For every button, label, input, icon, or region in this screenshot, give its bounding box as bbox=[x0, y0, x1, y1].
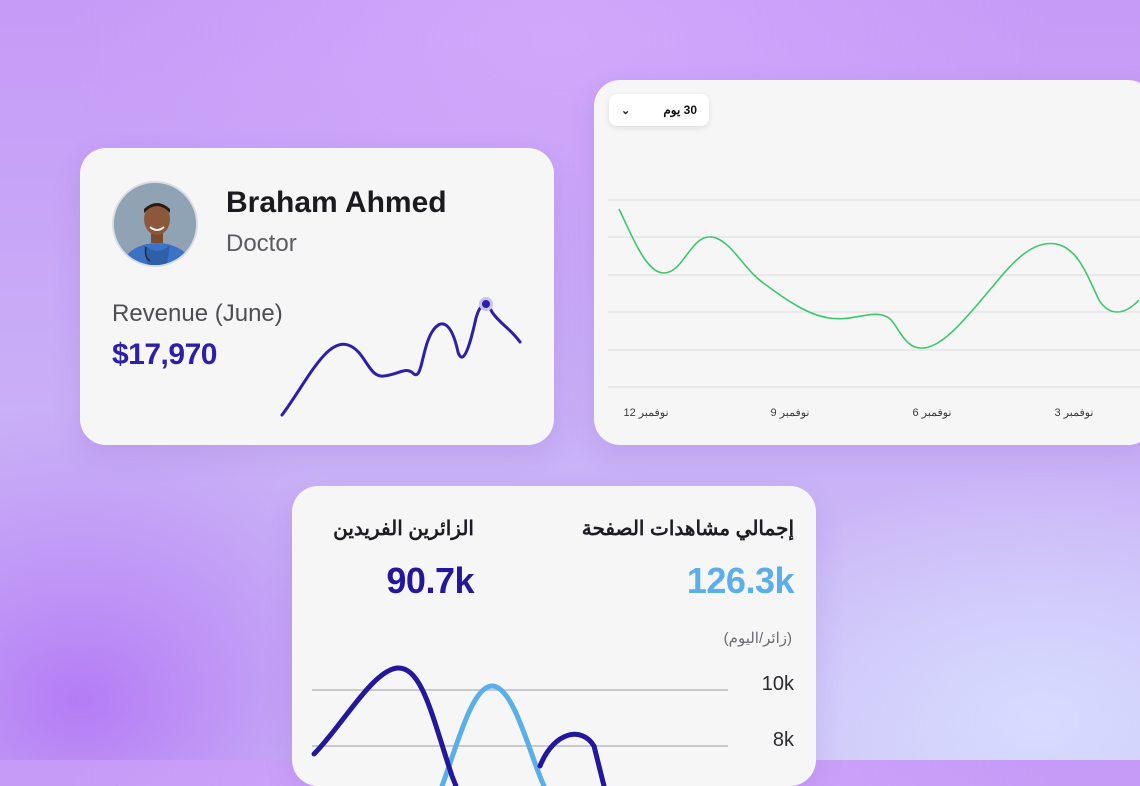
chevron-down-icon: ⌄ bbox=[621, 104, 631, 117]
avatar bbox=[112, 181, 198, 267]
revenue-sparkline bbox=[280, 297, 522, 417]
range-dropdown-label: 30 يوم bbox=[663, 103, 697, 117]
visitors-series bbox=[311, 665, 607, 786]
sparkline-path bbox=[280, 303, 522, 417]
profile-role: Doctor bbox=[226, 230, 297, 257]
x-tick-label: 6 نوفمبر bbox=[913, 407, 952, 419]
revenue-label: Revenue (June) bbox=[112, 300, 283, 327]
stats-card: إجمالي مشاهدات الصفحة 126.3k الزائرين ال… bbox=[292, 486, 816, 786]
range-dropdown[interactable]: ⌄ 30 يوم bbox=[609, 94, 709, 126]
x-tick-label: 9 نوفمبر bbox=[771, 407, 810, 419]
y-tick-label: 10k bbox=[762, 673, 795, 695]
trend-chart-card: 12 نوفمبر 9 نوفمبر 6 نوفمبر 3 نوفمبر ⌄ 3… bbox=[594, 80, 1140, 445]
trend-gridlines bbox=[608, 199, 1140, 388]
x-tick-label: 12 نوفمبر bbox=[623, 407, 668, 419]
y-tick-label: 8k bbox=[773, 729, 795, 751]
trend-line bbox=[618, 208, 1140, 349]
sparkline-point bbox=[479, 297, 493, 311]
x-tick-label: 3 نوفمبر bbox=[1055, 407, 1094, 419]
trend-chart: 12 نوفمبر 9 نوفمبر 6 نوفمبر 3 نوفمبر bbox=[608, 199, 1140, 419]
profile-card: Braham Ahmed Doctor Revenue (June) $17,9… bbox=[80, 148, 554, 445]
visitors-chart: 10k 8k bbox=[311, 665, 795, 786]
profile-name: Braham Ahmed bbox=[226, 186, 447, 219]
pageviews-series bbox=[439, 683, 547, 786]
revenue-value: $17,970 bbox=[112, 338, 217, 371]
